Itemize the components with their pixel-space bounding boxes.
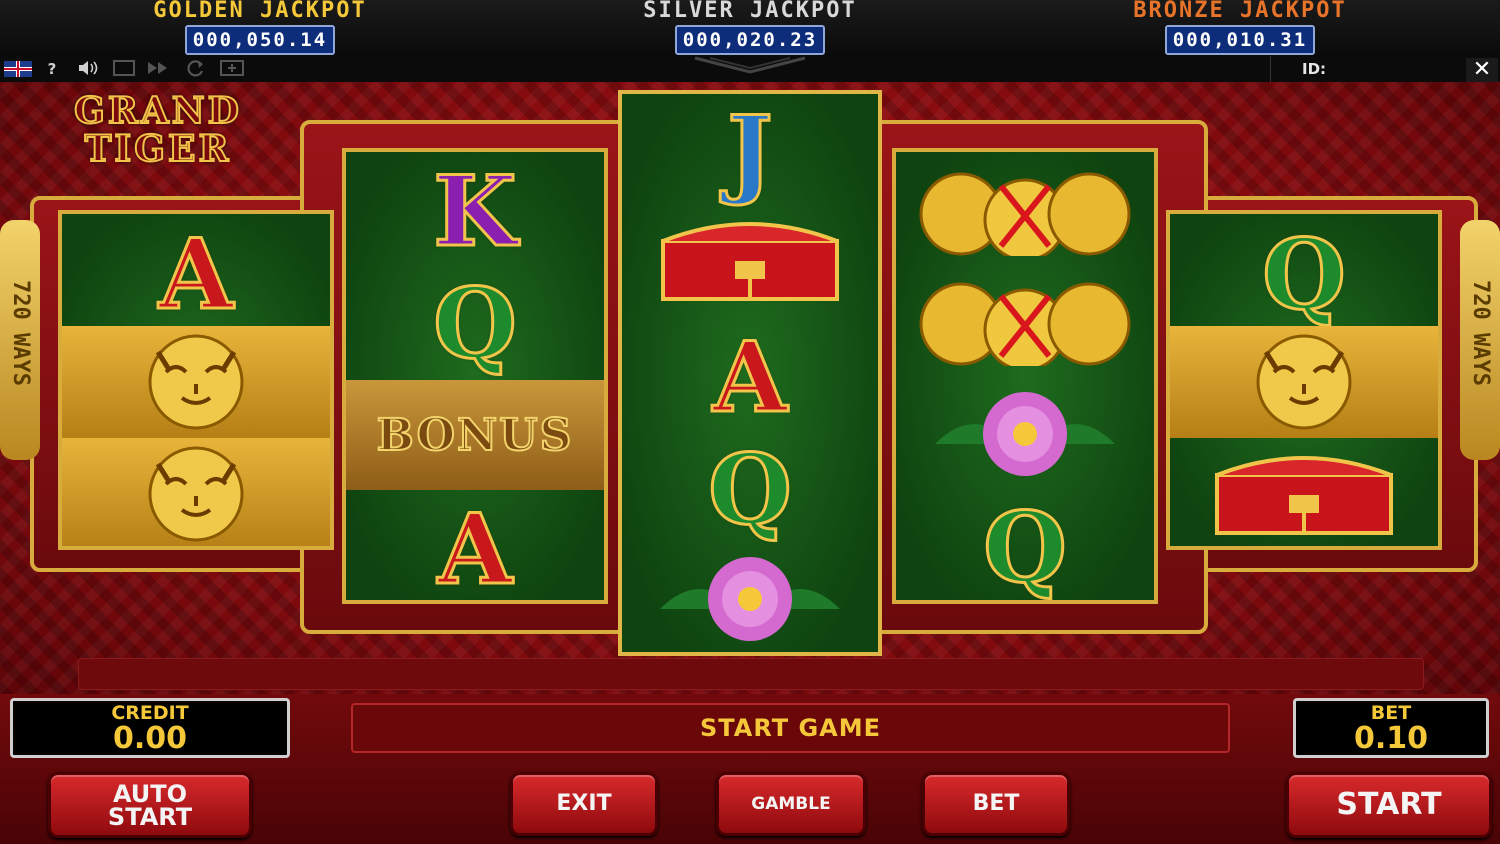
reel-2: K Q BONUS A — [342, 148, 608, 604]
treasure-chest-icon — [1170, 440, 1438, 546]
symbol-j: J — [726, 95, 774, 208]
symbol-a: A — [436, 493, 514, 604]
symbol-a: A — [157, 218, 235, 331]
bonus-symbol: BONUS — [346, 380, 604, 490]
symbol-q: Q — [982, 491, 1069, 604]
history-icon[interactable] — [220, 59, 244, 79]
golden-jackpot: GOLDEN JACKPOT 000,050.14 — [95, 0, 425, 55]
bronze-jackpot-value: 000,010.31 — [1164, 25, 1316, 55]
golden-jackpot-value: 000,050.14 — [184, 25, 336, 55]
fast-forward-icon[interactable] — [146, 59, 170, 79]
sound-icon[interactable] — [76, 59, 100, 79]
symbol-q: Q — [432, 267, 519, 380]
ways-right: 720 WAYS — [1460, 220, 1500, 460]
credit-value: 0.00 — [112, 721, 188, 756]
silver-jackpot-title: SILVER JACKPOT — [643, 0, 857, 23]
coins-icon — [896, 158, 1154, 264]
reel-3: J A Q — [618, 90, 882, 656]
fullscreen-icon[interactable] — [112, 59, 136, 79]
credit-label: CREDIT — [111, 702, 189, 724]
gamble-button[interactable]: GAMBLE — [716, 772, 866, 836]
symbol-a: A — [711, 321, 789, 434]
status-message: START GAME — [351, 703, 1230, 753]
auto-start-button[interactable]: AUTO START — [48, 772, 252, 838]
peony-icon — [896, 378, 1154, 490]
chevron-down-icon[interactable] — [690, 56, 810, 76]
win-strip — [78, 658, 1424, 690]
credit-display: CREDIT 0.00 — [10, 698, 290, 758]
symbol-q: Q — [1261, 218, 1348, 331]
peony-icon — [622, 546, 878, 652]
logo-line-2: TIGER — [84, 128, 232, 170]
jackpot-bar: GOLDEN JACKPOT 000,050.14 SILVER JACKPOT… — [0, 0, 1500, 56]
bronze-jackpot-title: BRONZE JACKPOT — [1133, 0, 1347, 23]
exit-button[interactable]: EXIT — [510, 772, 658, 836]
ways-right-label: 720 WAYS — [1468, 280, 1493, 386]
uk-flag-icon[interactable] — [4, 61, 32, 77]
bet-display: BET 0.10 — [1293, 698, 1489, 758]
symbol-q: Q — [707, 433, 794, 546]
help-icon[interactable]: ? — [40, 59, 64, 79]
close-button[interactable]: ✕ — [1466, 58, 1498, 82]
toolbar-divider — [1270, 56, 1271, 82]
game-logo: GRAND TIGER — [18, 90, 298, 172]
tiger-icon — [62, 438, 330, 546]
bet-value: 0.10 — [1353, 721, 1429, 756]
start-button[interactable]: START — [1286, 772, 1492, 838]
ways-left: 720 WAYS — [0, 220, 40, 460]
tiger-icon — [1170, 326, 1438, 438]
silver-jackpot: SILVER JACKPOT 000,020.23 — [585, 0, 915, 55]
session-id-label: ID: — [1302, 60, 1327, 78]
tiger-icon — [62, 326, 330, 438]
bet-button[interactable]: BET — [922, 772, 1070, 836]
reel-1: A — [58, 210, 334, 550]
reel-4: Q — [892, 148, 1158, 604]
auto-start-line-2: START — [107, 803, 193, 831]
coins-icon — [896, 268, 1154, 374]
bet-label: BET — [1370, 702, 1412, 724]
treasure-chest-icon — [622, 206, 878, 316]
silver-jackpot-value: 000,020.23 — [674, 25, 826, 55]
golden-jackpot-title: GOLDEN JACKPOT — [153, 0, 367, 23]
refresh-icon[interactable] — [184, 59, 208, 79]
bronze-jackpot: BRONZE JACKPOT 000,010.31 — [1075, 0, 1405, 55]
logo-line-1: GRAND — [73, 90, 242, 132]
symbol-k: K — [432, 155, 518, 268]
reel-5: Q — [1166, 210, 1442, 550]
ways-left-label: 720 WAYS — [8, 280, 33, 386]
